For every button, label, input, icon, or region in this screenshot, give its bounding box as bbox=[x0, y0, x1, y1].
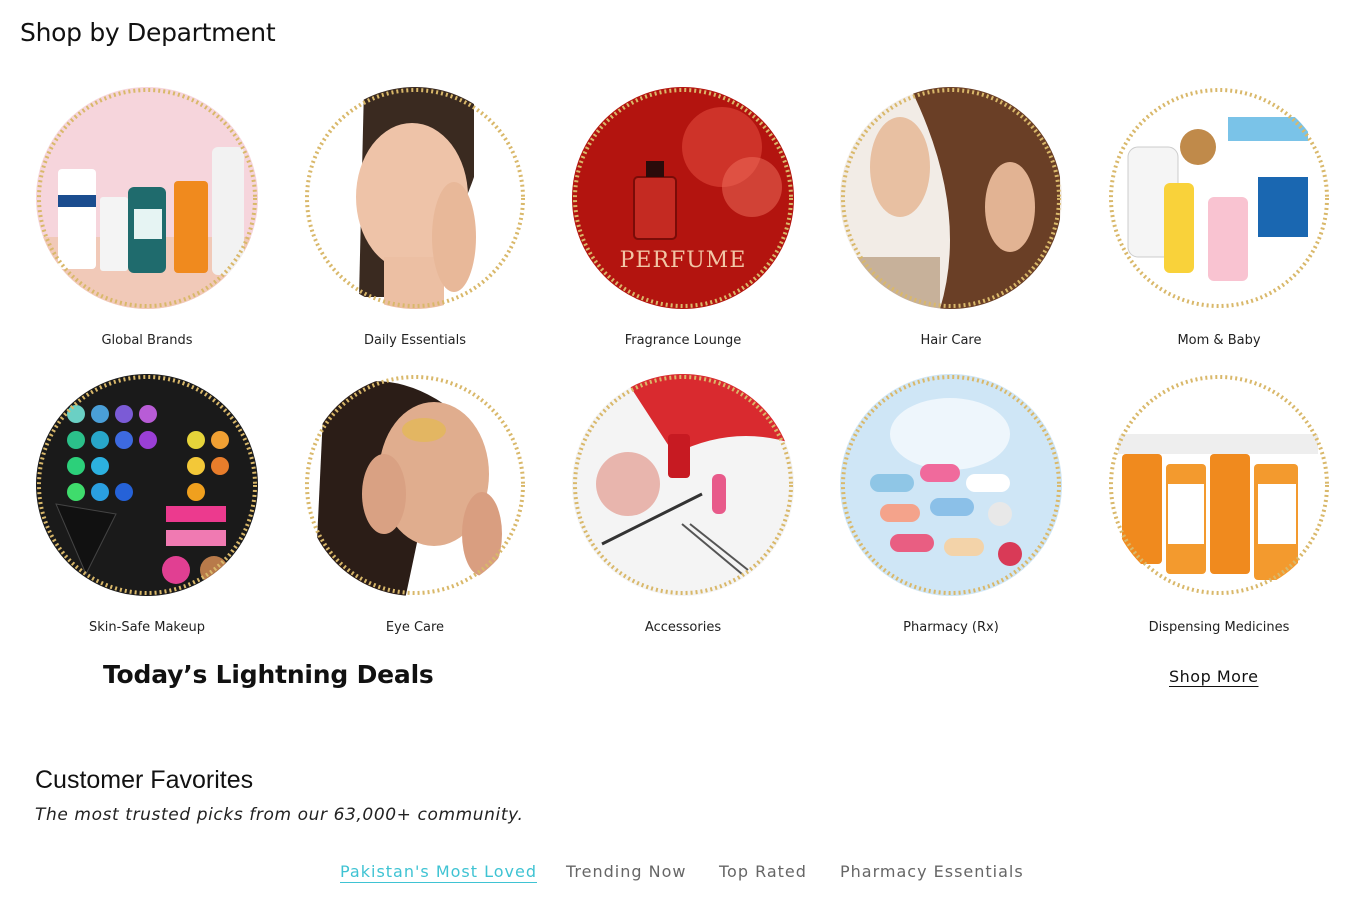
customer-favorites-heading: Customer Favorites bbox=[35, 766, 254, 794]
department-label: Accessories bbox=[644, 620, 722, 635]
department-label: Dispensing Medicines bbox=[1148, 620, 1290, 635]
accessories-image bbox=[572, 374, 794, 596]
department-label: Fragrance Lounge bbox=[624, 333, 742, 348]
department-label: Skin-Safe Makeup bbox=[89, 620, 205, 635]
mom-baby-image bbox=[1108, 87, 1330, 309]
department-eye-care[interactable]: Eye Care bbox=[295, 374, 535, 635]
department-label: Global Brands bbox=[101, 333, 193, 348]
department-pharmacy-rx[interactable]: Pharmacy (Rx) bbox=[831, 374, 1071, 635]
department-label: Mom & Baby bbox=[1177, 333, 1261, 348]
department-dispensing-medicines[interactable]: Dispensing Medicines bbox=[1099, 374, 1339, 635]
department-label: Pharmacy (Rx) bbox=[903, 620, 999, 635]
customer-favorites-subtitle: The most trusted picks from our 63,000+ … bbox=[35, 805, 524, 825]
department-label: Daily Essentials bbox=[363, 333, 467, 348]
lightning-deals-heading: Today’s Lightning Deals bbox=[103, 660, 434, 689]
department-label: Hair Care bbox=[920, 333, 982, 348]
department-skin-safe-makeup[interactable]: Skin-Safe Makeup bbox=[27, 374, 267, 635]
tab-pharmacy-essentials[interactable]: Pharmacy Essentials bbox=[840, 862, 1024, 881]
department-hair-care[interactable]: Hair Care bbox=[831, 87, 1071, 348]
department-accessories[interactable]: Accessories bbox=[563, 374, 803, 635]
department-grid: Global Brands Daily Essentials PERFUME F… bbox=[0, 0, 1366, 640]
dispensing-medicines-image bbox=[1108, 374, 1330, 596]
tab-trending-now[interactable]: Trending Now bbox=[566, 862, 686, 881]
fragrance-lounge-image: PERFUME bbox=[572, 87, 794, 309]
department-mom-baby[interactable]: Mom & Baby bbox=[1099, 87, 1339, 348]
tab-top-rated[interactable]: Top Rated bbox=[719, 862, 807, 881]
global-brands-image bbox=[36, 87, 258, 309]
favorites-tab-bar: Pakistan's Most Loved Trending Now Top R… bbox=[0, 862, 1366, 892]
daily-essentials-image bbox=[304, 87, 526, 309]
tab-pakistans-most-loved[interactable]: Pakistan's Most Loved bbox=[340, 862, 537, 881]
perfume-image-text: PERFUME bbox=[620, 248, 747, 273]
department-fragrance-lounge[interactable]: PERFUME Fragrance Lounge bbox=[563, 87, 803, 348]
department-global-brands[interactable]: Global Brands bbox=[27, 87, 267, 348]
department-label: Eye Care bbox=[385, 620, 445, 635]
shop-more-link[interactable]: Shop More bbox=[1169, 667, 1259, 686]
eye-care-image bbox=[304, 374, 526, 596]
skin-safe-makeup-image bbox=[36, 374, 258, 596]
hair-care-image bbox=[840, 87, 1062, 309]
department-daily-essentials[interactable]: Daily Essentials bbox=[295, 87, 535, 348]
pharmacy-rx-image bbox=[840, 374, 1062, 596]
